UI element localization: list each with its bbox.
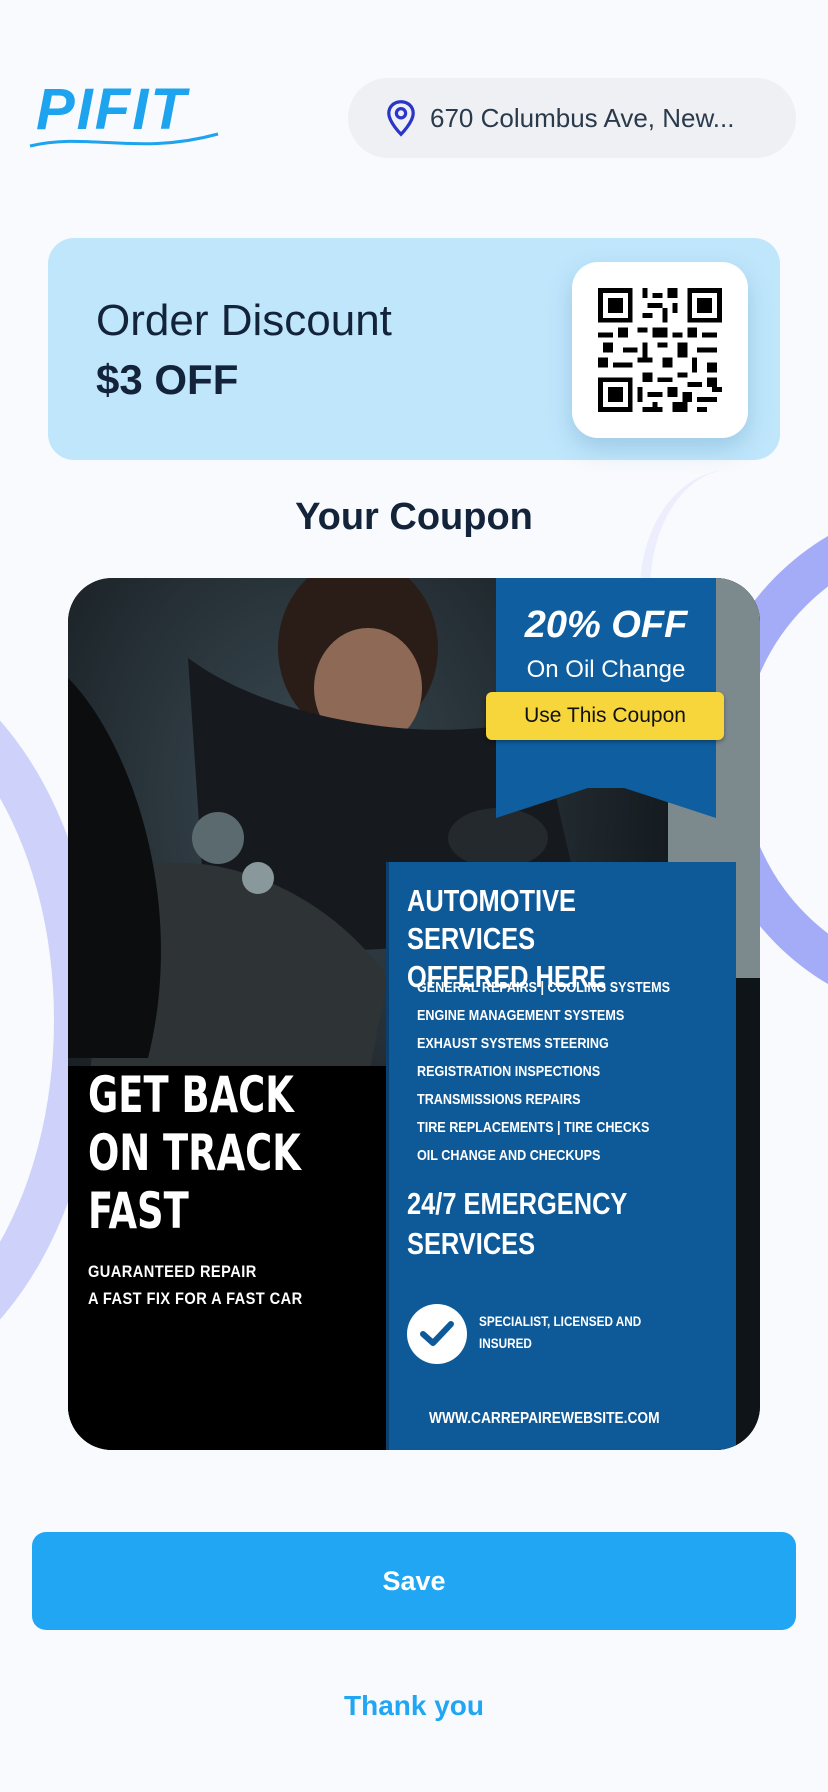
emergency-line: SERVICES [407, 1226, 536, 1261]
services-list: GENERAL REPAIRS | COOLING SYSTEMS ENGINE… [417, 974, 737, 1170]
specialist-text: SPECIALIST, LICENSED AND INSURED [479, 1310, 681, 1354]
service-item: ENGINE MANAGEMENT SYSTEMS [417, 1007, 625, 1024]
service-item: TIRE REPLACEMENTS | TIRE CHECKS [417, 1119, 650, 1136]
ribbon-percent: 20% OFF [524, 604, 688, 646]
thank-you-link[interactable]: Thank you [0, 1690, 828, 1722]
app-logo[interactable]: PIFIT [28, 78, 234, 154]
order-discount-card: Order Discount $3 OFF [48, 238, 780, 460]
emergency-line: 24/7 EMERGENCY [407, 1186, 628, 1221]
use-coupon-button[interactable]: Use This Coupon [486, 692, 724, 740]
coupon-headline: GET BACK ON TRACK FAST [88, 1066, 301, 1240]
checkmark-icon [420, 1321, 454, 1346]
location-selector[interactable]: 670 Columbus Ave, New... [348, 78, 796, 158]
service-item: OIL CHANGE AND CHECKUPS [417, 1147, 601, 1164]
services-panel: AUTOMOTIVE SERVICES OFFERED HERE GENERAL… [386, 862, 736, 1450]
discount-value: $3 OFF [96, 356, 239, 403]
guarantee-line: GUARANTEED REPAIR [88, 1262, 257, 1281]
service-item: GENERAL REPAIRS | COOLING SYSTEMS [417, 979, 670, 996]
headline-line: GET BACK [88, 1066, 294, 1124]
service-item: REGISTRATION INSPECTIONS [417, 1063, 601, 1080]
save-button[interactable]: Save [32, 1532, 796, 1630]
logo-swoosh-icon [29, 132, 219, 148]
services-title-line: AUTOMOTIVE SERVICES [407, 883, 577, 956]
qr-code[interactable] [572, 262, 748, 438]
specialist-line: SPECIALIST, LICENSED AND [479, 1313, 642, 1329]
service-item: TRANSMISSIONS REPAIRS [417, 1091, 581, 1108]
discount-title: Order Discount [96, 296, 392, 345]
ribbon-subtitle: On Oil Change [526, 656, 686, 683]
app-screen: PIFIT 670 Columbus Ave, New... Order Dis… [0, 0, 828, 1792]
service-item: EXHAUST SYSTEMS STEERING [417, 1035, 609, 1052]
qr-code-icon [598, 288, 722, 412]
emergency-title: 24/7 EMERGENCY SERVICES [407, 1184, 686, 1264]
guarantee-text: GUARANTEED REPAIR A FAST FIX FOR A FAST … [88, 1258, 303, 1312]
headline-line: FAST [88, 1182, 189, 1240]
coupon-image[interactable]: 20% OFF On Oil Change Use This Coupon GE… [68, 578, 760, 1450]
location-text: 670 Columbus Ave, New... [430, 102, 735, 133]
check-icon [407, 1304, 467, 1364]
coupon-website: WWW.CARREPAIREWEBSITE.COM [429, 1410, 660, 1427]
ribbon-tail [496, 778, 716, 818]
discount-ribbon: 20% OFF On Oil Change [496, 578, 716, 818]
map-pin-icon [387, 100, 415, 137]
specialist-line: INSURED [479, 1335, 532, 1351]
headline-line: ON TRACK [88, 1124, 301, 1182]
coupon-heading: Your Coupon [295, 496, 533, 538]
guarantee-line: A FAST FIX FOR A FAST CAR [88, 1289, 303, 1308]
